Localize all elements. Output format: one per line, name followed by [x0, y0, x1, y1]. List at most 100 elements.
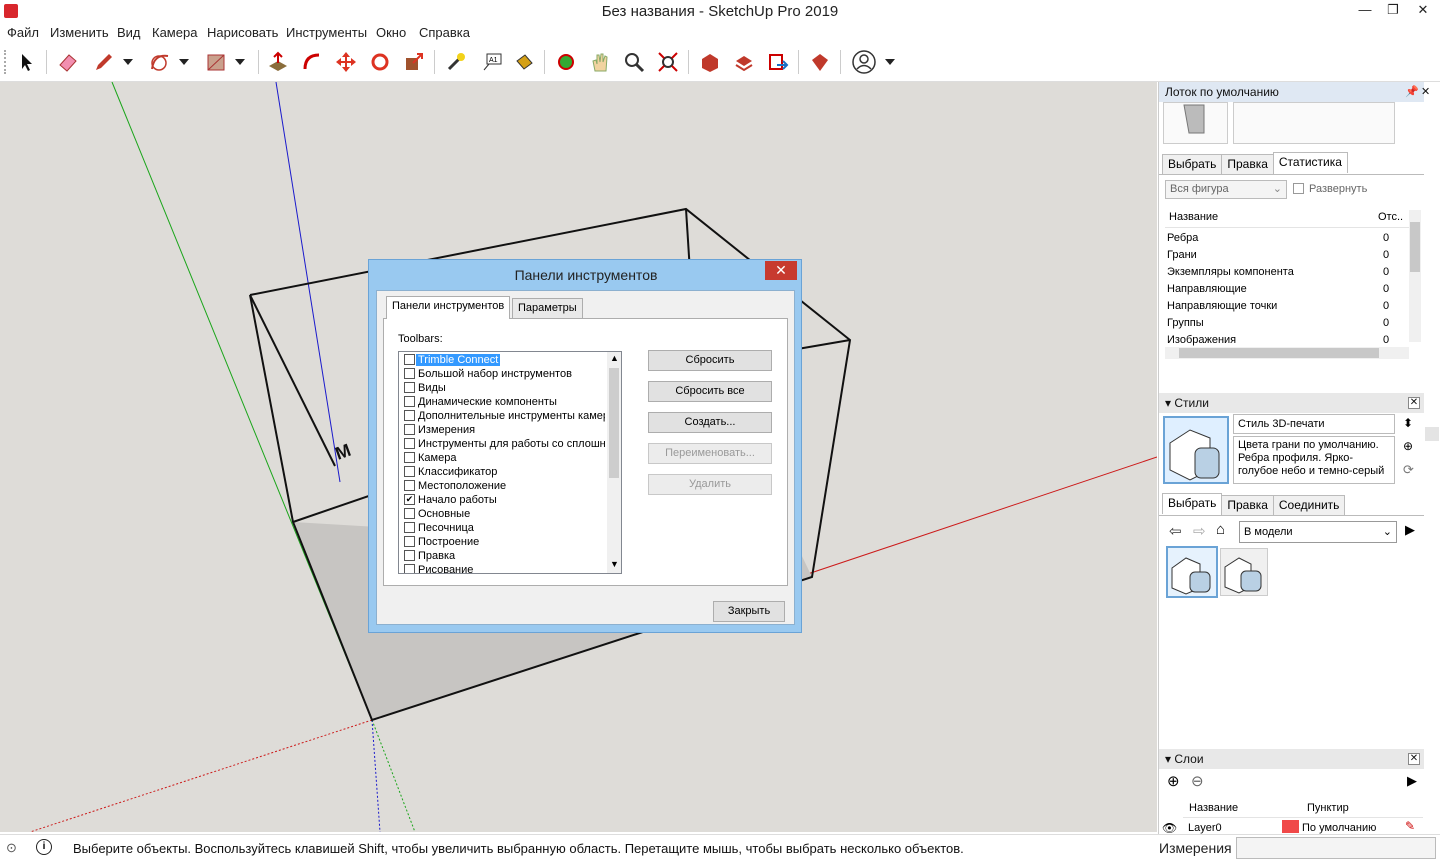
pin-icon[interactable]: 📌	[1405, 82, 1419, 102]
list-item[interactable]: Камера	[402, 451, 605, 465]
list-item[interactable]: Динамические компоненты	[402, 395, 605, 409]
close-icon[interactable]: ✕	[1421, 82, 1430, 102]
list-scrollbar[interactable]: ▲ ▼	[607, 352, 621, 573]
close-icon[interactable]: ✕	[1408, 753, 1420, 765]
checkbox[interactable]	[404, 452, 415, 463]
list-item[interactable]: Виды	[402, 381, 605, 395]
close-window-button[interactable]: ✕	[1408, 0, 1438, 22]
list-item[interactable]: Измерения	[402, 423, 605, 437]
style-swatch[interactable]	[1220, 548, 1268, 596]
toolbars-list[interactable]: Trimble Connect Большой набор инструмент…	[398, 351, 622, 574]
layers-panel-header[interactable]: ▾ Слои ✕	[1159, 749, 1424, 769]
delete-button[interactable]: Удалить	[648, 474, 772, 495]
create-style-icon[interactable]: ⊕	[1403, 439, 1419, 455]
account-user-icon[interactable]	[850, 48, 878, 76]
style-name-field[interactable]: Стиль 3D-печати	[1233, 414, 1395, 434]
stats-vertical-scrollbar[interactable]	[1409, 210, 1421, 342]
list-item[interactable]: ✔ Начало работы	[402, 493, 605, 507]
list-item[interactable]: Песочница	[402, 521, 605, 535]
list-item[interactable]: Основные	[402, 507, 605, 521]
scrollbar-thumb[interactable]	[1410, 222, 1420, 272]
pencil-icon[interactable]	[90, 48, 118, 76]
style-description-field[interactable]: Цвета грани по умолчанию. Ребра профиля.…	[1233, 436, 1395, 484]
zoom-extents-icon[interactable]	[654, 48, 682, 76]
checkbox[interactable]	[404, 438, 415, 449]
measurements-input[interactable]	[1236, 837, 1436, 859]
layer-color-swatch[interactable]	[1282, 820, 1299, 833]
extension-warehouse-icon[interactable]	[730, 48, 758, 76]
checkbox-checked[interactable]: ✔	[404, 494, 415, 505]
paint-bucket-icon[interactable]	[510, 48, 538, 76]
list-item[interactable]: Дополнительные инструменты камеры	[402, 409, 605, 423]
expand-checkbox[interactable]	[1293, 183, 1304, 194]
tape-measure-icon[interactable]	[442, 48, 470, 76]
create-button[interactable]: Создать...	[648, 412, 772, 433]
text-tool-icon[interactable]: A1	[478, 48, 506, 76]
push-pull-icon[interactable]	[264, 48, 292, 76]
checkbox[interactable]	[404, 508, 415, 519]
list-item[interactable]: Построение	[402, 535, 605, 549]
checkbox[interactable]	[404, 522, 415, 533]
checkbox[interactable]	[404, 368, 415, 379]
dialog-close-button[interactable]: ✕	[765, 261, 797, 280]
checkbox[interactable]	[404, 480, 415, 491]
details-arrow-icon[interactable]: ▶	[1405, 522, 1415, 538]
tab-styles-edit[interactable]: Правка	[1221, 495, 1274, 515]
maximize-button[interactable]: ❐	[1378, 0, 1408, 22]
follow-me-icon[interactable]	[298, 48, 326, 76]
menu-edit[interactable]: Изменить	[50, 25, 109, 41]
menu-file[interactable]: Файл	[7, 25, 39, 41]
styles-panel-header[interactable]: ▾ Стили ✕	[1159, 393, 1424, 413]
edit-pencil-icon[interactable]: ✎	[1405, 819, 1415, 833]
list-item[interactable]: Правка	[402, 549, 605, 563]
add-layer-icon[interactable]: ⊕	[1167, 772, 1180, 790]
checkbox[interactable]	[404, 354, 415, 365]
chevron-down-icon[interactable]	[120, 48, 136, 76]
visibility-eye-icon[interactable]: 👁	[1162, 821, 1177, 835]
checkbox[interactable]	[404, 424, 415, 435]
rectangle-icon[interactable]	[202, 48, 230, 76]
rename-button[interactable]: Переименовать...	[648, 443, 772, 464]
menu-window[interactable]: Окно	[376, 25, 406, 41]
checkbox[interactable]	[404, 536, 415, 547]
geolocation-icon[interactable]: ⊙	[6, 840, 17, 856]
close-icon[interactable]: ✕	[1408, 397, 1420, 409]
tab-toolbars[interactable]: Панели инструментов	[386, 296, 511, 319]
send-to-layout-icon[interactable]	[764, 48, 792, 76]
reset-all-button[interactable]: Сбросить все	[648, 381, 772, 402]
stats-scope-select[interactable]: Вся фигура ⌄	[1165, 180, 1287, 199]
arc-icon[interactable]	[146, 48, 174, 76]
stats-horizontal-scrollbar[interactable]	[1165, 347, 1409, 359]
layer-dash-value[interactable]: По умолчанию	[1302, 822, 1376, 834]
checkbox[interactable]	[404, 466, 415, 477]
move-icon[interactable]	[332, 48, 360, 76]
home-icon[interactable]: ⌂	[1216, 521, 1225, 538]
tab-styles-mix[interactable]: Соединить	[1272, 495, 1346, 515]
chevron-down-icon[interactable]	[882, 48, 898, 76]
scrollbar-thumb[interactable]	[1179, 348, 1379, 358]
refresh-icon[interactable]: ⟳	[1403, 462, 1419, 478]
tab-select[interactable]: Выбрать	[1162, 154, 1223, 174]
zoom-icon[interactable]	[620, 48, 648, 76]
list-item[interactable]: Инструменты для работы со сплошными тела…	[402, 437, 605, 451]
style-library-select[interactable]: В модели ⌄	[1239, 521, 1397, 543]
list-item[interactable]: Большой набор инструментов	[402, 367, 605, 381]
menu-draw[interactable]: Нарисовать	[207, 25, 278, 41]
chevron-up-icon[interactable]: ▲	[610, 353, 619, 363]
layer-name[interactable]: Layer0	[1188, 822, 1222, 834]
menu-camera[interactable]: Камера	[152, 25, 197, 41]
list-item[interactable]: Классификатор	[402, 465, 605, 479]
forward-arrow-icon[interactable]: ⇨	[1193, 522, 1206, 540]
list-item[interactable]: Trimble Connect	[402, 353, 605, 367]
scrollbar-thumb[interactable]	[609, 368, 619, 478]
menu-help[interactable]: Справка	[419, 25, 470, 41]
checkbox[interactable]	[404, 410, 415, 421]
eraser-icon[interactable]	[54, 48, 82, 76]
tab-edit[interactable]: Правка	[1221, 154, 1274, 174]
menu-tools[interactable]: Инструменты	[286, 25, 367, 41]
pan-hand-icon[interactable]	[586, 48, 614, 76]
tab-options[interactable]: Параметры	[512, 298, 583, 318]
select-arrow-icon[interactable]	[12, 48, 40, 76]
tray-scroll-handle[interactable]	[1425, 427, 1439, 441]
delete-layer-icon[interactable]: ⊖	[1191, 772, 1204, 790]
